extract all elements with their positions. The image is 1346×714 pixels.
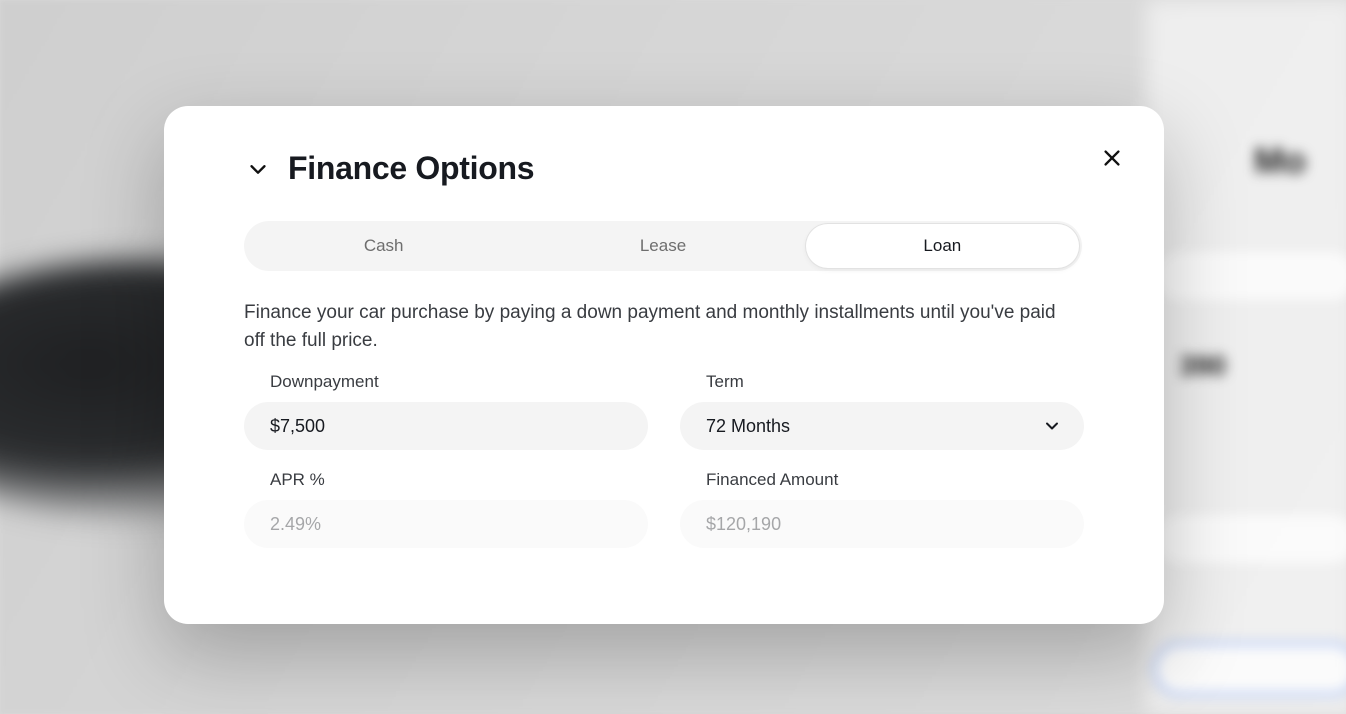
stat-blur: 390: [1179, 350, 1226, 382]
finance-form: Downpayment $7,500 Term 72 Months APR % …: [244, 372, 1084, 548]
heading-blur: Mo: [1254, 140, 1306, 182]
field-apr: APR % 2.49%: [244, 470, 648, 548]
chip-blur: [1156, 515, 1346, 563]
downpayment-input[interactable]: $7,500: [244, 402, 648, 450]
finance-tabs: Cash Lease Loan: [244, 221, 1082, 271]
field-financed-amount: Financed Amount $120,190: [680, 470, 1084, 548]
tab-loan[interactable]: Loan: [803, 221, 1082, 271]
chevron-down-icon: [1042, 416, 1062, 436]
apr-label: APR %: [244, 470, 648, 490]
tab-cash[interactable]: Cash: [244, 221, 523, 271]
downpayment-value: $7,500: [270, 416, 325, 437]
downpayment-label: Downpayment: [244, 372, 648, 392]
financed-amount-value: $120,190: [706, 514, 781, 535]
close-button[interactable]: [1096, 142, 1128, 174]
side-panel-blur: [1146, 0, 1346, 714]
chip-blur-selected: [1156, 645, 1346, 693]
collapse-toggle[interactable]: [244, 155, 272, 183]
field-downpayment: Downpayment $7,500: [244, 372, 648, 450]
modal-header: Finance Options: [244, 150, 1084, 187]
finance-options-modal: Finance Options Cash Lease Loan Finance …: [164, 106, 1164, 624]
financed-amount-label: Financed Amount: [680, 470, 1084, 490]
financed-amount-display: $120,190: [680, 500, 1084, 548]
term-select[interactable]: 72 Months: [680, 402, 1084, 450]
close-icon: [1101, 147, 1123, 169]
apr-value: 2.49%: [270, 514, 321, 535]
tab-lease[interactable]: Lease: [523, 221, 802, 271]
term-value: 72 Months: [706, 416, 790, 437]
apr-display: 2.49%: [244, 500, 648, 548]
term-label: Term: [680, 372, 1084, 392]
modal-title: Finance Options: [288, 150, 534, 187]
finance-description: Finance your car purchase by paying a do…: [244, 299, 1074, 354]
chevron-down-icon: [247, 158, 269, 180]
field-term: Term 72 Months: [680, 372, 1084, 450]
chip-blur: [1156, 252, 1346, 300]
